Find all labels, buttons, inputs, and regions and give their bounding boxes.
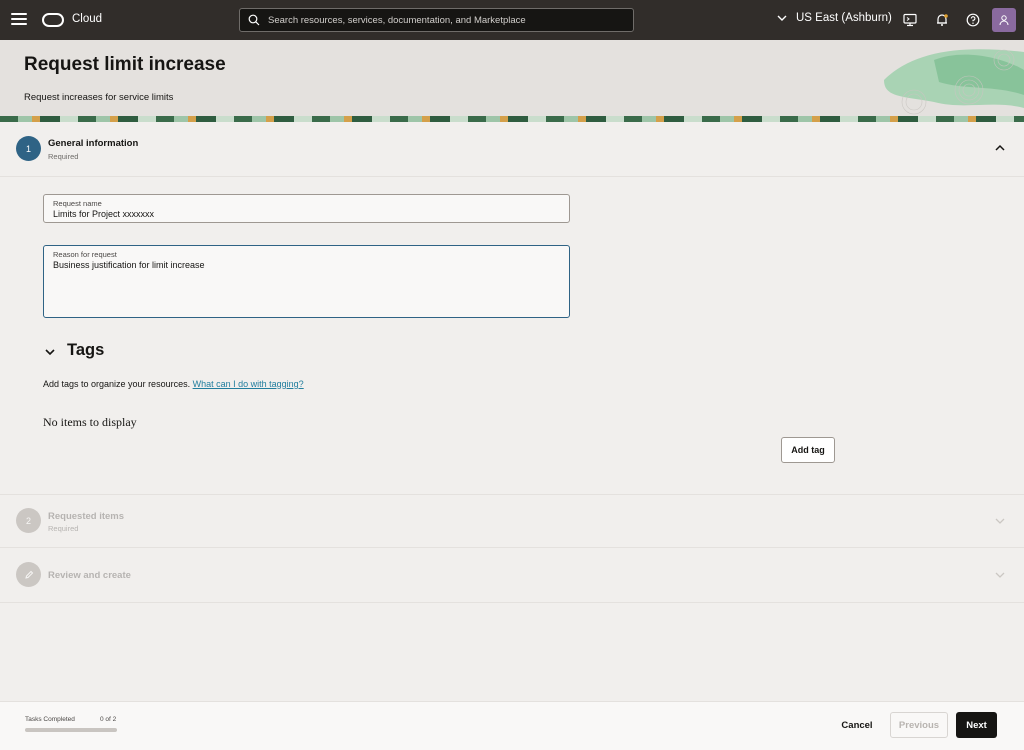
cloud-shell-icon[interactable] bbox=[903, 13, 917, 27]
reason-field[interactable]: Reason for request Business justificatio… bbox=[43, 245, 570, 318]
search-icon bbox=[248, 14, 260, 26]
chevron-down-icon bbox=[777, 15, 787, 21]
step-number-badge: 2 bbox=[16, 508, 41, 533]
notifications-bell-icon[interactable] bbox=[935, 13, 949, 27]
decorative-foliage-illustration bbox=[884, 49, 1024, 115]
user-avatar[interactable] bbox=[992, 8, 1016, 32]
step-title: Review and create bbox=[48, 570, 131, 581]
tasks-progress-bar bbox=[25, 728, 117, 732]
step-title: Requested items bbox=[48, 511, 125, 522]
brand-name[interactable]: Cloud bbox=[72, 13, 102, 25]
divider bbox=[0, 176, 1024, 177]
tagging-help-link[interactable]: What can I do with tagging? bbox=[193, 379, 304, 389]
step-title: General information bbox=[48, 138, 139, 149]
empty-state-text: No items to display bbox=[43, 415, 137, 429]
step-requested-items[interactable]: 2 Requested items Required bbox=[0, 495, 1024, 547]
request-name-input[interactable] bbox=[53, 209, 553, 219]
cancel-button[interactable]: Cancel bbox=[833, 712, 881, 738]
region-label: US East (Ashburn) bbox=[796, 12, 892, 24]
page-header-banner: Request limit increase Request increases… bbox=[0, 40, 1024, 122]
region-selector[interactable]: US East (Ashburn) bbox=[776, 12, 892, 24]
divider bbox=[0, 602, 1024, 603]
tags-description-text: Add tags to organize your resources. bbox=[43, 379, 191, 389]
request-name-label: Request name bbox=[53, 199, 102, 208]
tasks-completed-count: 0 of 2 bbox=[100, 716, 117, 723]
step-number-badge: 1 bbox=[16, 136, 41, 161]
reason-textarea[interactable]: Business justification for limit increas… bbox=[53, 260, 553, 310]
next-button[interactable]: Next bbox=[956, 712, 997, 738]
chevron-up-icon[interactable] bbox=[994, 142, 1006, 154]
step-general-information: 1 General information Required bbox=[0, 122, 1024, 176]
help-icon[interactable] bbox=[966, 13, 980, 27]
search-bar[interactable] bbox=[239, 8, 634, 32]
chevron-down-icon bbox=[995, 518, 1005, 524]
tasks-completed-label: Tasks Completed bbox=[25, 716, 75, 723]
user-icon bbox=[999, 15, 1009, 26]
top-navigation-bar: Cloud US East (Ashburn) bbox=[0, 0, 1024, 40]
reason-label: Reason for request bbox=[53, 250, 117, 259]
request-name-field[interactable]: Request name bbox=[43, 194, 570, 223]
pencil-icon bbox=[24, 570, 33, 579]
add-tag-button[interactable]: Add tag bbox=[781, 437, 835, 463]
oracle-logo-icon[interactable] bbox=[42, 13, 64, 27]
step-status: Required bbox=[48, 524, 79, 533]
page-title: Request limit increase bbox=[24, 54, 226, 75]
previous-button: Previous bbox=[890, 712, 948, 738]
chevron-down-icon[interactable] bbox=[44, 346, 56, 358]
wizard-footer: Tasks Completed 0 of 2 Cancel Previous N… bbox=[0, 701, 1024, 750]
step-status: Required bbox=[48, 152, 79, 161]
search-input[interactable] bbox=[268, 9, 628, 31]
step-review-and-create[interactable]: Review and create bbox=[0, 548, 1024, 602]
page-subtitle: Request increases for service limits bbox=[24, 92, 174, 103]
tags-description: Add tags to organize your resources. Wha… bbox=[43, 379, 304, 389]
step-badge bbox=[16, 562, 41, 587]
chevron-down-icon bbox=[995, 572, 1005, 578]
tags-section-title: Tags bbox=[67, 341, 105, 359]
menu-icon[interactable] bbox=[11, 13, 27, 27]
